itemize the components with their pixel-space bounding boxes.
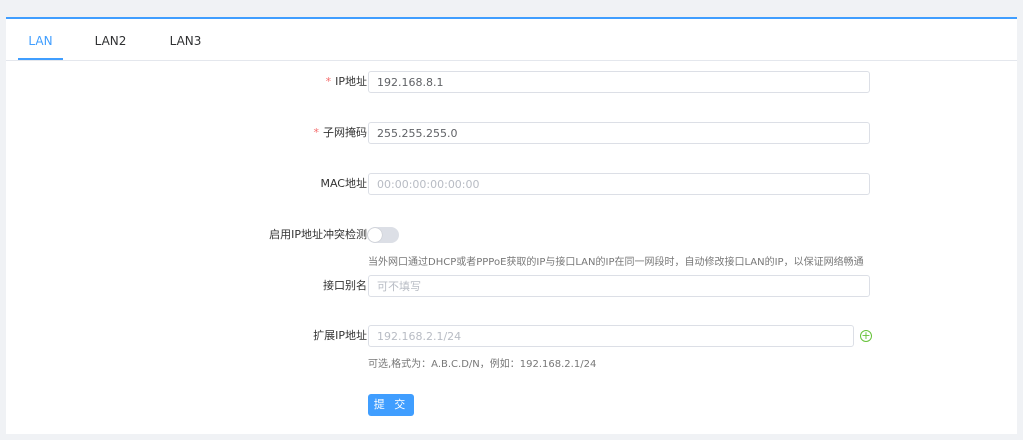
ext-ip-input[interactable]	[368, 325, 854, 347]
mask-label-text: 子网掩码	[323, 126, 367, 139]
tab-lan3[interactable]: LAN3	[163, 19, 208, 60]
conflict-label: 启用IP地址冲突检测	[269, 228, 367, 241]
active-tab-indicator	[18, 58, 63, 60]
ext-ip-label: 扩展IP地址	[313, 329, 367, 342]
tab-lan2[interactable]: LAN2	[88, 19, 133, 60]
lan-settings-card: LAN LAN2 LAN3 *IP地址 *子网掩码 MAC地址 启用IP地址冲突…	[6, 17, 1017, 434]
ip-label: * IP地址	[167, 71, 367, 93]
ip-label-text: IP地址	[335, 75, 367, 88]
mac-label: MAC地址	[320, 177, 367, 190]
alias-label: 接口别名	[323, 279, 367, 292]
ext-ip-hint: 可选,格式为：A.B.C.D/N，例如：192.168.2.1/24	[368, 359, 597, 370]
mac-input[interactable]	[368, 173, 870, 195]
subnet-mask-input[interactable]	[368, 122, 870, 144]
conflict-detect-toggle[interactable]	[367, 227, 399, 243]
required-mark: *	[325, 75, 332, 88]
mask-label: * 子网掩码	[167, 122, 368, 144]
conflict-hint: 当外网口通过DHCP或者PPPoE获取的IP与接口LAN的IP在同一网段时，自动…	[368, 257, 864, 268]
submit-button[interactable]: 提 交	[368, 394, 414, 416]
alias-input[interactable]	[368, 275, 870, 297]
required-mark: *	[313, 126, 320, 139]
ip-input[interactable]	[368, 71, 870, 93]
toggle-knob	[368, 228, 382, 242]
tab-bar: LAN LAN2 LAN3	[6, 19, 1017, 61]
tab-lan[interactable]: LAN	[18, 19, 63, 60]
add-ext-ip-icon[interactable]: +	[860, 330, 872, 342]
